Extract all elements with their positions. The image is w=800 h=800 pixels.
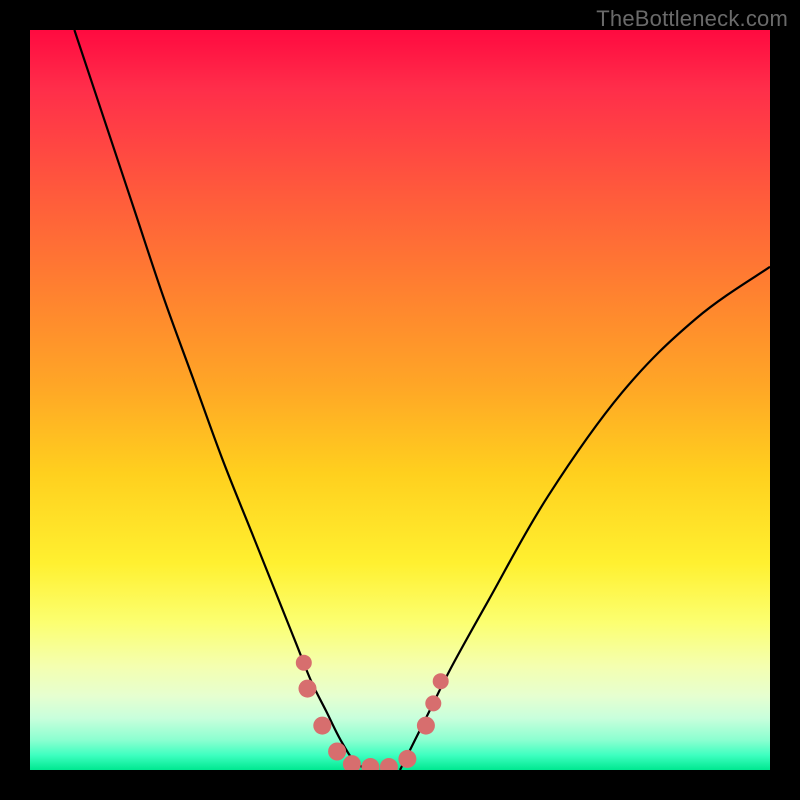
marker-dot	[425, 695, 441, 711]
marker-dot	[296, 655, 312, 671]
marker-dot	[398, 750, 416, 768]
marker-dot	[328, 743, 346, 761]
chart-svg	[30, 30, 770, 770]
marker-dot	[299, 680, 317, 698]
marker-dot	[380, 758, 398, 770]
right-curve	[400, 267, 770, 770]
chart-area	[30, 30, 770, 770]
curve-markers	[296, 655, 449, 770]
marker-dot	[433, 673, 449, 689]
left-curve	[74, 30, 370, 770]
marker-dot	[361, 758, 379, 770]
marker-dot	[417, 717, 435, 735]
watermark-text: TheBottleneck.com	[596, 6, 788, 32]
marker-dot	[313, 717, 331, 735]
marker-dot	[343, 755, 361, 770]
